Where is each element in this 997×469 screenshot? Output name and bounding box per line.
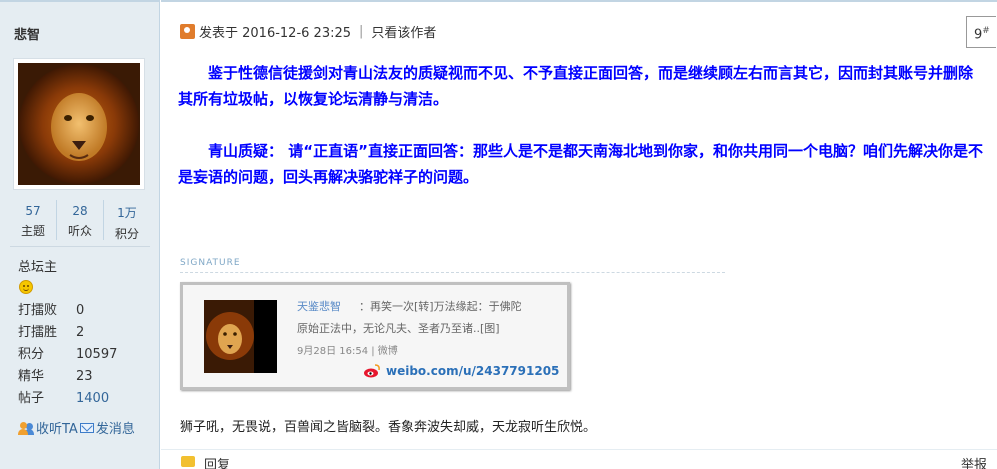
meta-separator: |	[359, 24, 364, 39]
post-content-area: 发表于 2016-12-6 23:25 | 只看该作者 9# 鉴于性德信徒援剑对…	[161, 0, 997, 469]
avatar[interactable]	[13, 58, 145, 190]
posts-count-link[interactable]: 1400	[76, 390, 109, 412]
mail-icon	[79, 422, 94, 433]
post-divider	[161, 0, 997, 2]
user-group[interactable]: 总坛主	[18, 256, 57, 275]
stat-value: 57	[25, 204, 41, 218]
info-value: 0	[76, 303, 85, 318]
author-online-icon	[180, 24, 195, 39]
author-stats: 57 主题 28 听众 1万 积分	[10, 200, 150, 241]
message-label: 发消息	[95, 422, 135, 437]
info-key: 帖子	[18, 391, 45, 406]
info-key: 打擂胜	[18, 325, 58, 340]
weibo-card[interactable]: 天鉴悲智 ：再笑一次[转]万法缘起：于佛陀 原始正法中，无论凡夫、圣者乃至诸..…	[180, 282, 570, 390]
post-paragraph: 鉴于性德信徒援剑对青山法友的质疑视而不见、不予直接正面回答，而是继续顾左右而言其…	[178, 64, 974, 108]
author-name[interactable]: 悲智	[14, 24, 40, 43]
reply-button[interactable]: 回复	[204, 454, 230, 469]
weibo-time: 9月28日 16:54 | 微博	[297, 346, 398, 357]
stat-value: 28	[72, 204, 88, 218]
user-info: 打擂败 0 打擂胜 2 积分 10597 精华 23 帖子 1400	[18, 302, 117, 412]
author-sidebar: 悲智 57 主题 28 听众 1万 积分 总坛主 打擂败 0 打擂胜 2 积分 …	[0, 0, 160, 469]
forum-post: 悲智 57 主题 28 听众 1万 积分 总坛主 打擂败 0 打擂胜 2 积分 …	[0, 0, 997, 469]
info-row: 打擂胜 2	[18, 324, 117, 346]
info-value: 23	[76, 369, 93, 384]
weibo-text: ：再笑一次[转]万法缘起：于佛陀	[359, 300, 522, 313]
stat-topics[interactable]: 57 主题	[10, 200, 57, 240]
weibo-url-link[interactable]: weibo.com/u/2437791205	[386, 364, 559, 378]
signature-divider	[180, 272, 725, 273]
post-paragraph: 青山质疑： 请“正直语”直接正面回答：那些人是不是都天南海北地到你家，和你共用同…	[178, 142, 983, 186]
info-key: 积分	[18, 347, 45, 362]
follow-label: 收听TA	[36, 422, 78, 437]
author-actions: 收听TA 发消息	[18, 418, 135, 437]
signature-motto: 狮子吼，无畏说，百兽闻之皆脑裂。香象奔波失却威，天龙寂听生欣悦。	[180, 420, 597, 435]
stat-label: 积分	[114, 227, 139, 241]
signature-label: SIGNATURE	[180, 258, 241, 268]
people-icon	[18, 421, 34, 435]
stat-label: 主题	[20, 224, 45, 238]
post-date: 发表于 2016-12-6 23:25	[199, 26, 352, 41]
stat-points[interactable]: 1万 积分	[104, 200, 150, 241]
stat-value: 1万	[117, 206, 137, 220]
info-row: 打擂败 0	[18, 302, 117, 324]
sidebar-divider	[10, 246, 150, 247]
info-key: 精华	[18, 369, 45, 384]
info-row: 积分 10597	[18, 346, 117, 368]
info-value: 10597	[76, 347, 118, 362]
info-key: 打擂败	[18, 303, 58, 318]
info-value: 2	[76, 325, 85, 340]
info-row: 精华 23	[18, 368, 117, 390]
smile-icon	[19, 280, 33, 294]
lion-avatar-image	[18, 63, 140, 185]
floor-number[interactable]: 9#	[966, 16, 996, 48]
report-button[interactable]: 举报	[961, 454, 987, 469]
reply-icon	[181, 456, 195, 467]
info-row: 帖子 1400	[18, 390, 117, 412]
post-message: 鉴于性德信徒援剑对青山法友的质疑视而不见、不予直接正面回答，而是继续顾左右而言其…	[178, 60, 986, 190]
weibo-avatar-image	[204, 300, 277, 373]
weibo-user-link[interactable]: 天鉴悲智	[297, 298, 341, 314]
floor-hash: #	[982, 26, 990, 36]
stat-listeners[interactable]: 28 听众	[57, 200, 104, 240]
only-author-link[interactable]: 只看该作者	[371, 22, 436, 41]
post-meta: 发表于 2016-12-6 23:25 | 只看该作者	[180, 22, 436, 41]
follow-link[interactable]: 收听TA	[18, 418, 78, 437]
weibo-text: 原始正法中，无论凡夫、圣者乃至诸..[图]	[297, 322, 500, 335]
post-footer	[161, 449, 997, 469]
stat-label: 听众	[67, 224, 92, 238]
weibo-logo-icon	[364, 364, 380, 378]
send-message-link[interactable]: 发消息	[78, 418, 135, 437]
sidebar-divider	[0, 0, 160, 2]
